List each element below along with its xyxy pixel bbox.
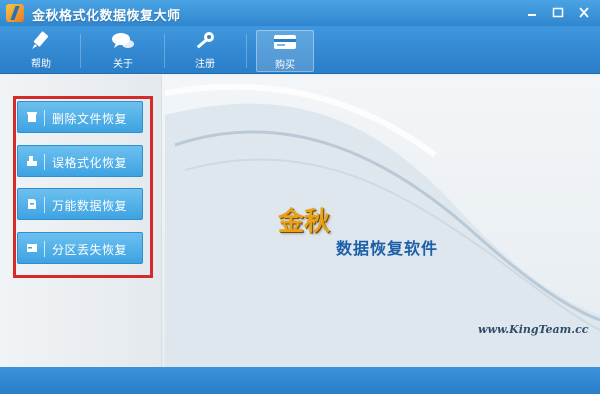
key-icon <box>192 30 218 52</box>
app-logo-icon <box>6 4 24 22</box>
close-icon <box>579 7 589 18</box>
universal-recovery-button[interactable]: 万能数据恢复 <box>17 188 143 220</box>
close-button[interactable] <box>572 3 594 21</box>
toolbar-separator <box>80 34 81 68</box>
maximize-button[interactable] <box>546 3 568 21</box>
toolbar: 帮助 关于 注册 购买 <box>0 26 600 74</box>
chat-bubbles-icon <box>110 30 136 52</box>
window-controls <box>520 3 594 21</box>
status-bar <box>0 367 600 394</box>
window-title: 金秋格式化数据恢复大师 <box>32 9 181 24</box>
recovery-menu-pane: 删除文件恢复 误格式化恢复 万能数据恢复 分区丢失恢复 <box>0 75 162 367</box>
delete-file-recovery-button[interactable]: 删除文件恢复 <box>17 101 143 133</box>
partition-icon <box>27 244 37 252</box>
toolbar-about-label: 关于 <box>113 59 133 70</box>
toolbar-buy-label: 购买 <box>275 60 295 71</box>
partition-recovery-label: 分区丢失恢复 <box>52 243 128 257</box>
card-icon <box>272 31 298 53</box>
button-divider <box>44 197 45 213</box>
button-divider <box>44 110 45 126</box>
website-url: www.KingTeam.cc <box>478 323 589 336</box>
minimize-icon <box>528 14 536 16</box>
toolbar-separator <box>164 34 165 68</box>
file-icon <box>28 199 36 209</box>
toolbar-register-label: 注册 <box>195 59 215 70</box>
universal-recovery-label: 万能数据恢复 <box>52 199 128 213</box>
trash-icon <box>27 112 37 122</box>
brand-name: 金秋 <box>278 207 331 237</box>
format-recovery-button[interactable]: 误格式化恢复 <box>17 145 143 177</box>
partition-recovery-button[interactable]: 分区丢失恢复 <box>17 232 143 264</box>
toolbar-help-label: 帮助 <box>31 59 51 70</box>
toolbar-register-button[interactable]: 注册 <box>176 30 234 72</box>
toolbar-about-button[interactable]: 关于 <box>94 30 152 72</box>
button-divider <box>44 154 45 170</box>
help-pen-icon <box>28 30 54 52</box>
toolbar-help-button[interactable]: 帮助 <box>12 30 70 72</box>
delete-file-recovery-label: 删除文件恢复 <box>52 112 128 126</box>
format-recovery-label: 误格式化恢复 <box>52 156 128 170</box>
button-divider <box>44 241 45 257</box>
brand-subtitle: 数据恢复软件 <box>336 239 439 258</box>
toolbar-separator <box>246 34 247 68</box>
toolbar-buy-button[interactable]: 购买 <box>256 30 314 72</box>
title-bar: 金秋格式化数据恢复大师 <box>0 0 600 26</box>
main-area: 删除文件恢复 误格式化恢复 万能数据恢复 分区丢失恢复 金秋 数据恢复软件 ww… <box>0 75 600 367</box>
minimize-button[interactable] <box>520 3 542 21</box>
maximize-icon <box>552 7 564 18</box>
format-icon <box>27 156 37 166</box>
